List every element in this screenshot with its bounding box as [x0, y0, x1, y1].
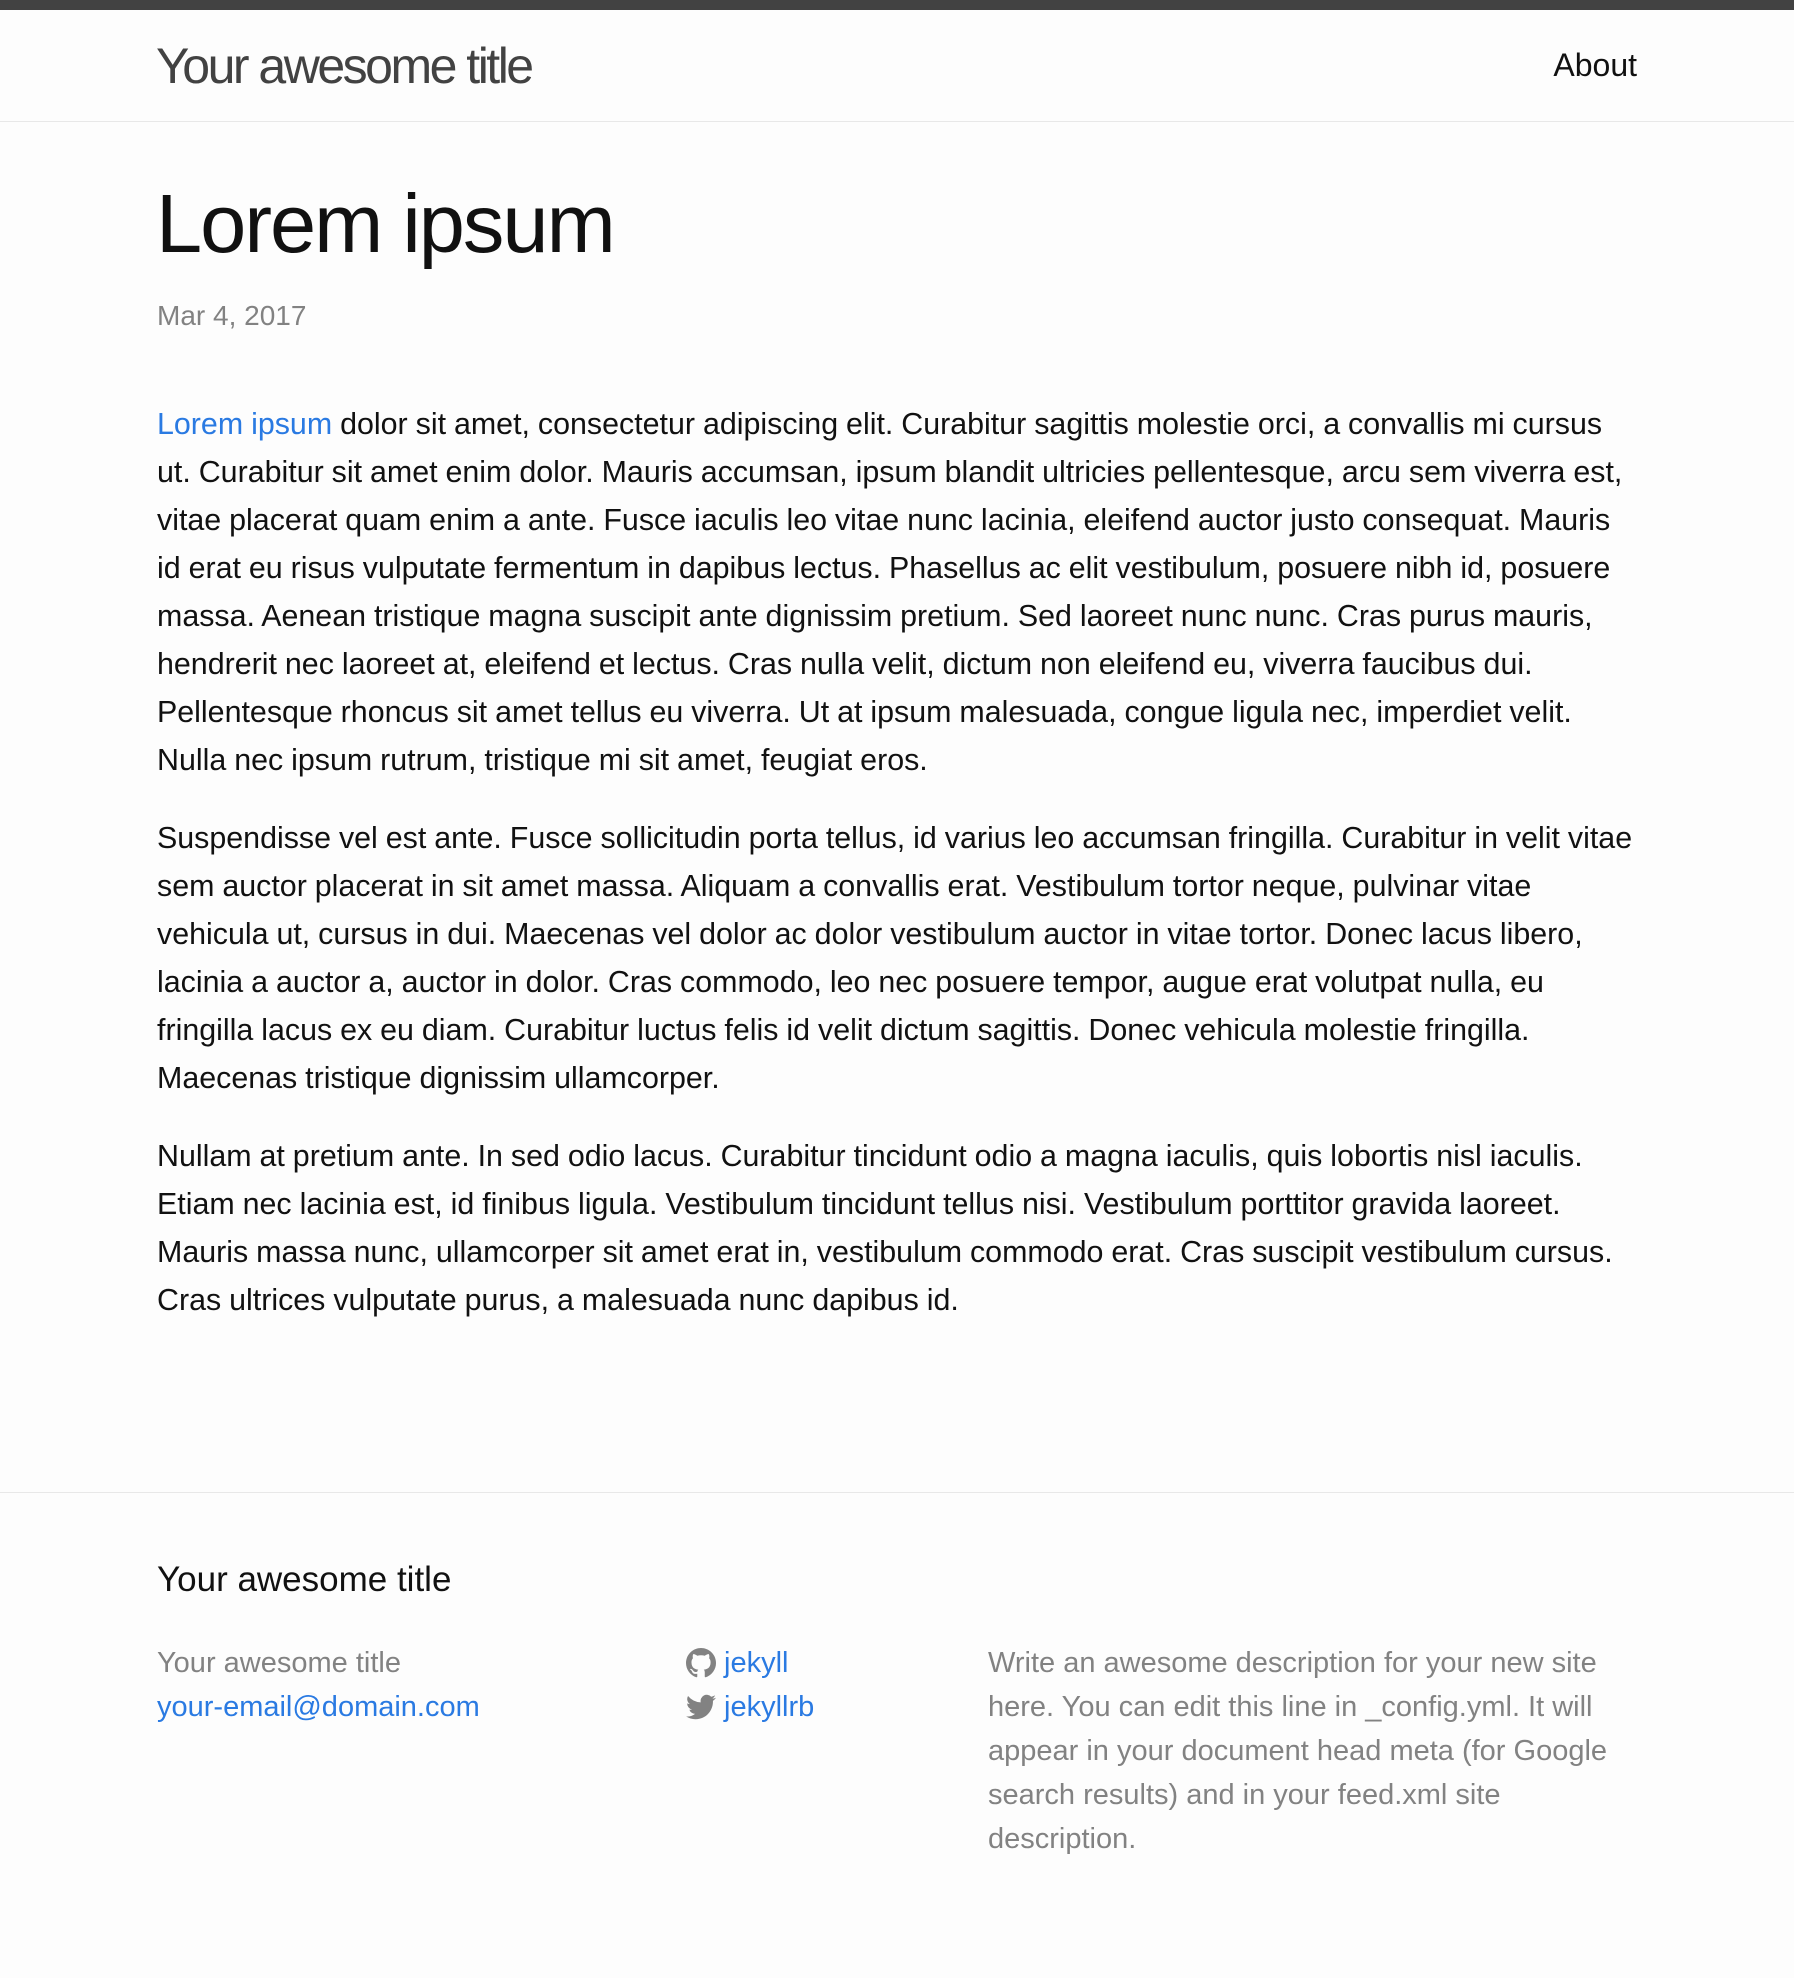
post-paragraph-3: Nullam at pretium ante. In sed odio lacu…	[157, 1139, 1613, 1317]
post-content: Lorem ipsum dolor sit amet, consectetur …	[157, 400, 1637, 1354]
footer-heading: Your awesome title	[157, 1560, 452, 1599]
twitter-profile-link[interactable]: jekyllrb	[724, 1685, 814, 1729]
site-header: Your awesome title About	[0, 10, 1794, 122]
github-icon	[686, 1648, 716, 1678]
twitter-social-item: jekyllrb	[686, 1685, 966, 1729]
post-title: Lorem ipsum	[156, 177, 616, 270]
post-paragraph-1: Lorem ipsum dolor sit amet, consectetur …	[157, 400, 1637, 784]
post-date: Mar 4, 2017	[157, 300, 307, 331]
top-accent-bar	[0, 0, 1794, 10]
footer-email-link[interactable]: your-email@domain.com	[157, 1691, 480, 1723]
post-paragraph-2: Suspendisse vel est ante. Fusce sollicit…	[157, 821, 1633, 1095]
footer-contact-name: Your awesome title	[157, 1647, 401, 1679]
footer-social-column: jekyll jekyllrb	[686, 1641, 966, 1729]
post-inline-link[interactable]: Lorem ipsum	[157, 407, 332, 441]
github-profile-link[interactable]: jekyll	[724, 1641, 788, 1685]
post-paragraph-1-text: dolor sit amet, consectetur adipiscing e…	[157, 407, 1623, 777]
nav-about-link[interactable]: About	[1553, 46, 1637, 84]
footer-contact-column: Your awesome title your-email@domain.com	[157, 1641, 657, 1729]
twitter-icon	[686, 1694, 716, 1720]
github-social-item: jekyll	[686, 1641, 966, 1685]
footer-description-column: Write an awesome description for your ne…	[988, 1641, 1648, 1861]
site-title-link[interactable]: Your awesome title	[156, 36, 534, 96]
footer-description: Write an awesome description for your ne…	[988, 1647, 1608, 1855]
site-footer: Your awesome title Your awesome title yo…	[0, 1492, 1794, 1978]
